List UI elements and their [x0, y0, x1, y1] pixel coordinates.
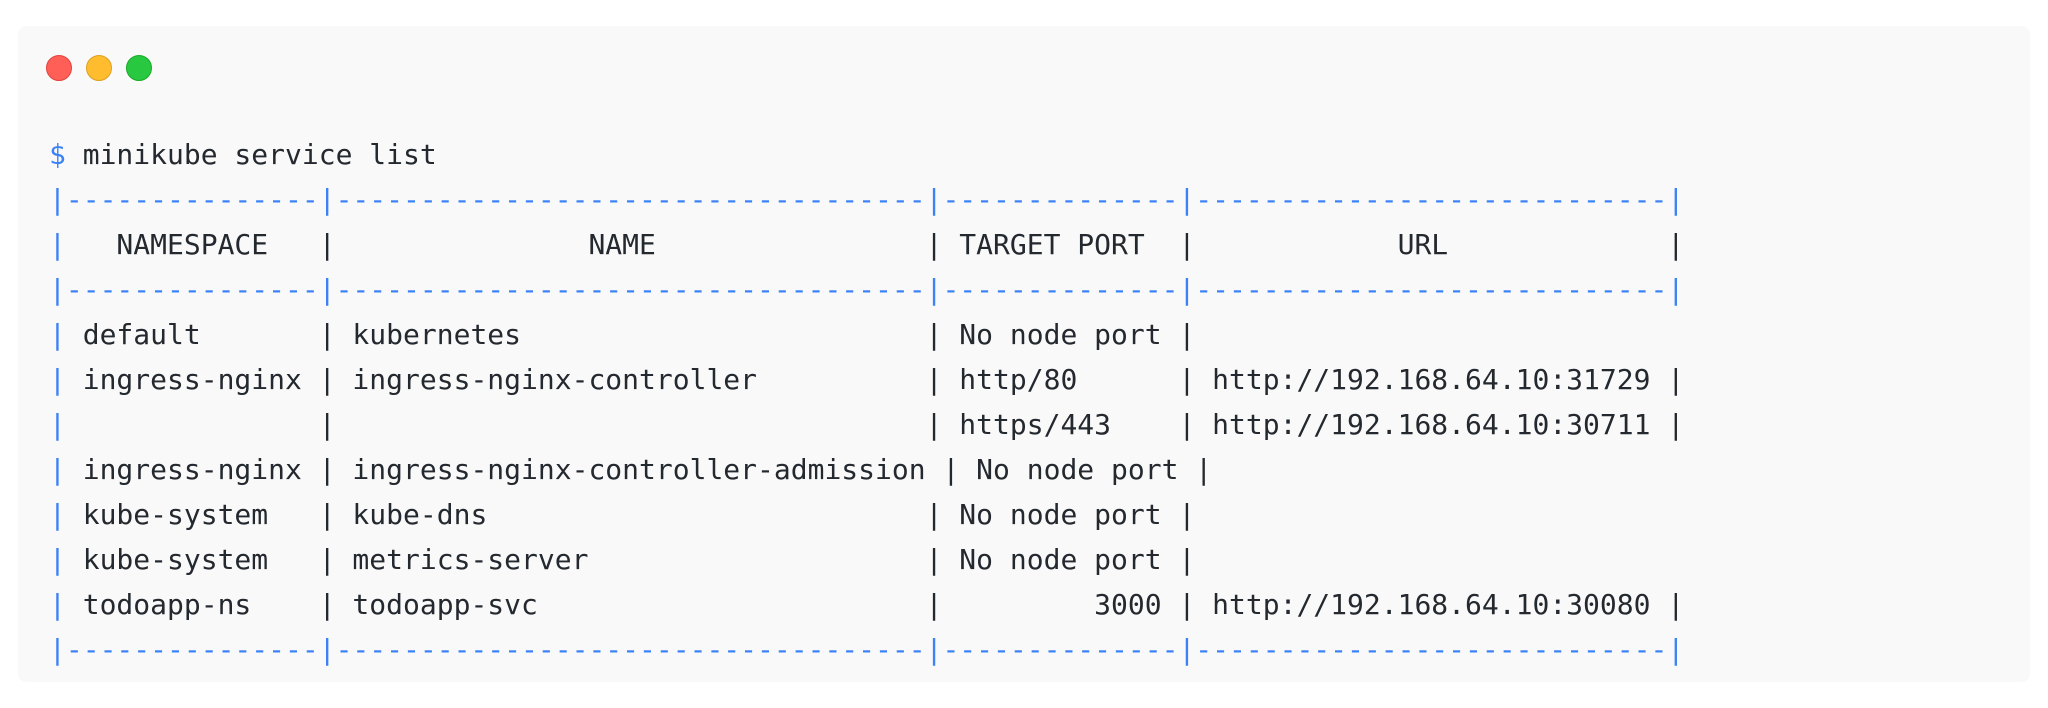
terminal-window: $ minikube service list |---------------|… [18, 26, 2030, 682]
maximize-button[interactable] [126, 55, 152, 81]
row-border-pipe: | [49, 498, 66, 531]
prompt-symbol: $ [49, 138, 66, 171]
row-border-pipe: | [49, 408, 66, 441]
row-cells: todoapp-ns | todoapp-svc | 3000 | http:/… [65, 588, 1685, 621]
row-border-pipe: | [49, 588, 66, 621]
table-row: | kube-system | kube-dns | No node port … [49, 492, 1684, 537]
command-text: minikube service list [65, 138, 437, 171]
row-border-pipe: | [49, 318, 66, 351]
table-row: | ingress-nginx | ingress-nginx-controll… [49, 447, 1684, 492]
row-border-pipe: | [49, 363, 66, 396]
row-border-pipe: | [49, 453, 66, 486]
table-border-bottom: |---------------|-----------------------… [49, 633, 1685, 666]
table-row: | todoapp-ns | todoapp-svc | 3000 | http… [49, 582, 1684, 627]
row-border-pipe: | [49, 228, 66, 261]
table-row: | | | https/443 | http://192.168.64.10:3… [49, 402, 1684, 447]
table-row: | ingress-nginx | ingress-nginx-controll… [49, 357, 1684, 402]
row-cells: | | https/443 | http://192.168.64.10:307… [65, 408, 1685, 441]
row-cells: kube-system | metrics-server | No node p… [65, 543, 1196, 576]
table-header-row: | NAMESPACE | NAME | TARGET PORT | URL | [49, 222, 1684, 267]
row-cells: ingress-nginx | ingress-nginx-controller… [65, 363, 1685, 396]
row-cells: ingress-nginx | ingress-nginx-controller… [65, 453, 1213, 486]
window-controls [46, 55, 152, 81]
minimize-button[interactable] [86, 55, 112, 81]
row-cells: default | kubernetes | No node port | [65, 318, 1196, 351]
table-row: | kube-system | metrics-server | No node… [49, 537, 1684, 582]
row-cells: kube-system | kube-dns | No node port | [65, 498, 1196, 531]
table-border-header: |---------------|-----------------------… [49, 273, 1685, 306]
row-border-pipe: | [49, 543, 66, 576]
table-row: | default | kubernetes | No node port | [49, 312, 1684, 357]
close-button[interactable] [46, 55, 72, 81]
terminal-output: $ minikube service list |---------------|… [49, 132, 1684, 672]
row-cells: NAMESPACE | NAME | TARGET PORT | URL | [65, 228, 1685, 261]
table-border-top: |---------------|-----------------------… [49, 183, 1685, 216]
command-line: $ minikube service list [49, 132, 1684, 177]
